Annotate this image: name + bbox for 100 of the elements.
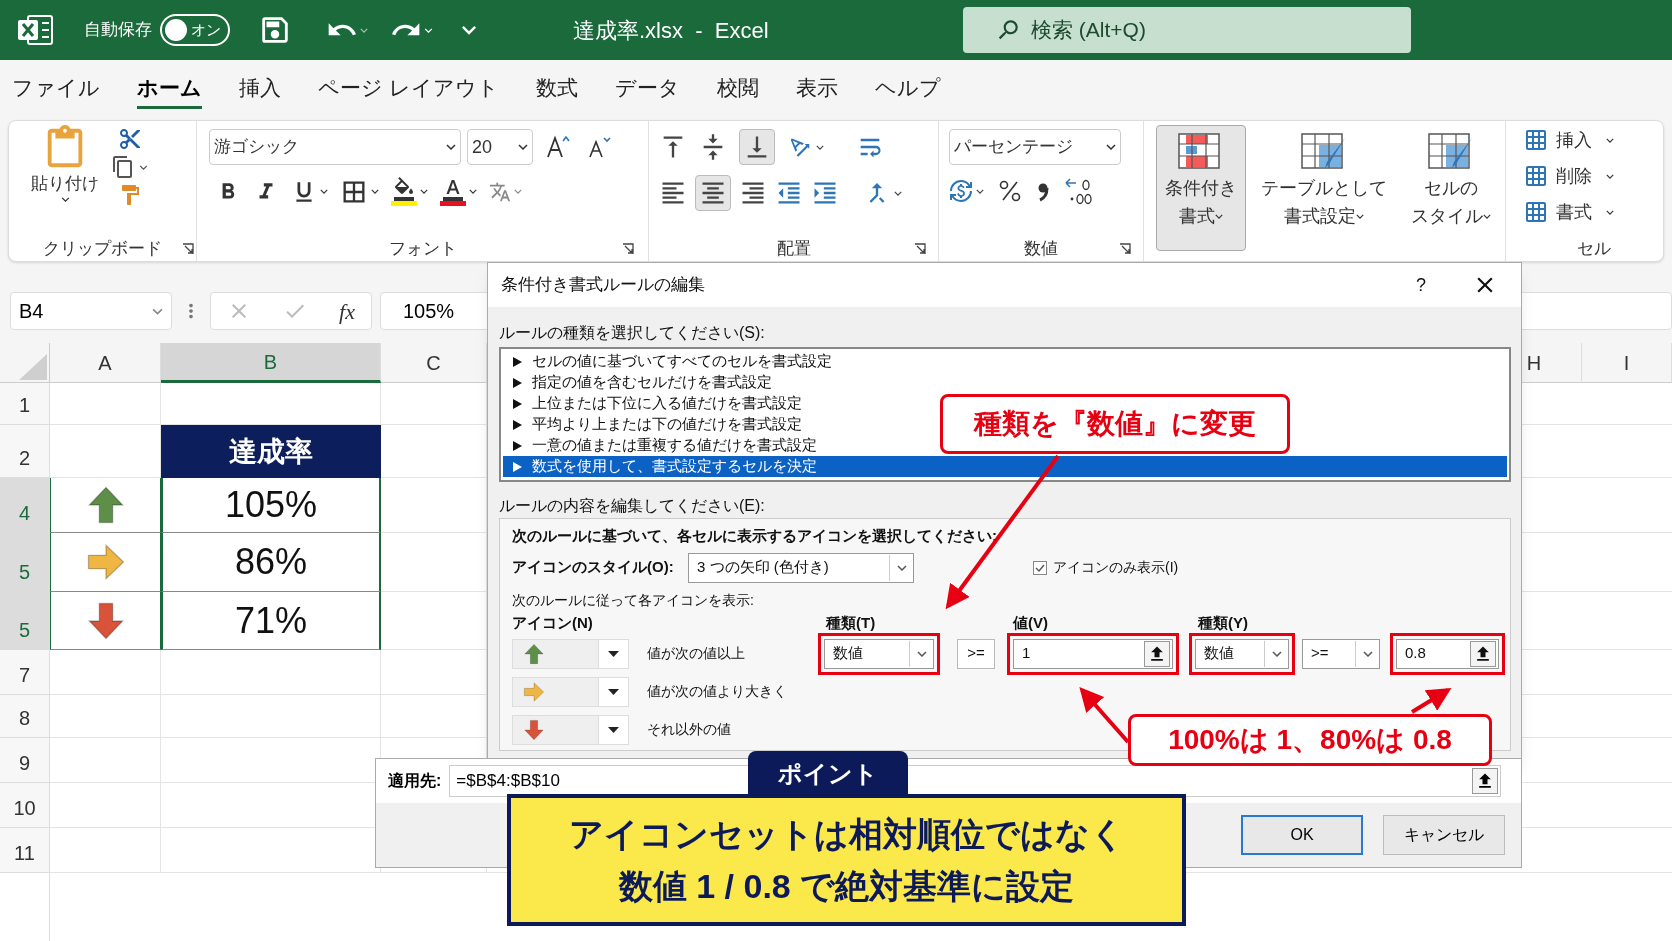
dialog-launcher-icon[interactable] bbox=[914, 243, 926, 255]
caret-icon bbox=[60, 196, 70, 202]
icon-dropdown[interactable] bbox=[512, 714, 629, 745]
menu-tab[interactable]: 数式 bbox=[535, 69, 578, 109]
phonetic-icon[interactable] bbox=[489, 180, 511, 203]
decrease-font-icon[interactable] bbox=[587, 135, 611, 159]
type-dropdown[interactable]: 数値 bbox=[1195, 638, 1289, 669]
column-header[interactable]: I bbox=[1582, 343, 1672, 383]
point-note: アイコンセットは相対順位ではなく 数値 1 / 0.8 で絶対基準に設定 bbox=[507, 794, 1186, 926]
menu-tab[interactable]: ページ レイアウト bbox=[318, 69, 499, 109]
callout: 100%は 1、80%は 0.8 bbox=[1128, 714, 1492, 766]
caret-icon bbox=[139, 164, 148, 170]
currency-icon[interactable] bbox=[949, 179, 973, 203]
dialog-button[interactable]: OK bbox=[1241, 815, 1363, 855]
styles-button[interactable]: セルの スタイル bbox=[1402, 125, 1500, 251]
caret-icon bbox=[446, 144, 456, 150]
cells-command[interactable]: 削除 bbox=[1524, 161, 1663, 191]
value-field[interactable]: 0.8 bbox=[1396, 638, 1499, 669]
icon-only-checkbox[interactable]: アイコンのみ表示(I) bbox=[1033, 557, 1179, 578]
caret-icon bbox=[1362, 650, 1373, 657]
row-header[interactable]: 10 bbox=[0, 783, 50, 828]
insert-function-button[interactable]: fx bbox=[339, 294, 355, 328]
dialog-launcher-icon[interactable] bbox=[622, 243, 634, 255]
menu-tab[interactable]: 表示 bbox=[795, 69, 838, 109]
caret-icon bbox=[1606, 173, 1614, 179]
column-header[interactable]: B bbox=[161, 343, 381, 383]
callout-arrow bbox=[1079, 687, 1130, 744]
caret-icon bbox=[152, 307, 163, 315]
row-header[interactable]: 4 bbox=[0, 478, 50, 533]
percent-icon[interactable] bbox=[998, 179, 1022, 203]
icon-dropdown[interactable] bbox=[512, 638, 629, 669]
row-header[interactable]: 5 bbox=[0, 533, 50, 592]
menu-tab[interactable]: 校閲 bbox=[716, 69, 759, 109]
dropdown-arrow-icon bbox=[608, 726, 619, 733]
number-format-dropdown[interactable]: パーセンテージ bbox=[949, 129, 1121, 165]
dialog-launcher-icon[interactable] bbox=[1119, 243, 1131, 255]
font-size-dropdown[interactable]: 20 bbox=[467, 129, 533, 165]
font-color-icon[interactable] bbox=[440, 177, 466, 206]
rule-type-item[interactable]: 数式を使用して、書式設定するセルを決定 bbox=[503, 456, 1507, 477]
applies-to-label: 適用先: bbox=[388, 771, 442, 791]
column-header[interactable]: C bbox=[381, 343, 487, 383]
help-button[interactable]: ? bbox=[1406, 271, 1436, 299]
value-field[interactable]: 1 bbox=[1013, 638, 1173, 669]
row-header[interactable]: 1 bbox=[0, 383, 50, 425]
align-center-icon[interactable] bbox=[695, 175, 731, 211]
menu-tab[interactable]: ホーム bbox=[137, 69, 202, 109]
group-label: 数値 bbox=[1024, 238, 1058, 260]
icon-style-dropdown[interactable]: 3 つの矢印 (色付き) bbox=[688, 552, 914, 583]
styles-button[interactable]: テーブルとして 書式設定 bbox=[1252, 125, 1396, 251]
row-header[interactable]: 9 bbox=[0, 738, 50, 783]
autosave-toggle[interactable]: オン bbox=[160, 14, 230, 46]
autosave-label: 自動保存 bbox=[84, 19, 152, 42]
collapse-dialog-button[interactable] bbox=[1144, 640, 1170, 667]
section-label: ルールの内容を編集してください(E): bbox=[499, 496, 766, 516]
row-header[interactable]: 5 bbox=[0, 592, 50, 650]
caret-icon bbox=[1106, 144, 1116, 150]
dropdown-arrow-icon bbox=[608, 688, 619, 695]
caret-icon bbox=[360, 27, 368, 33]
rule-type-item[interactable]: セルの値に基づいてすべてのセルを書式設定 bbox=[503, 351, 840, 372]
rule-type-item[interactable]: 平均より上または下の値だけを書式設定 bbox=[503, 414, 810, 435]
font-name-dropdown[interactable]: 游ゴシック bbox=[209, 129, 461, 165]
rule-type-item[interactable]: 指定の値を含むセルだけを書式設定 bbox=[503, 372, 780, 393]
row-header[interactable]: 11 bbox=[0, 828, 50, 873]
operator-dropdown[interactable]: >= bbox=[1302, 638, 1380, 669]
column-label: 種類(T) bbox=[826, 613, 877, 633]
dialog-launcher-icon[interactable] bbox=[182, 243, 194, 255]
paste-button[interactable]: 貼り付け bbox=[31, 125, 99, 237]
dialog-button[interactable]: キャンセル bbox=[1383, 815, 1505, 855]
row-header[interactable]: 2 bbox=[0, 425, 50, 478]
caret-icon bbox=[1606, 137, 1614, 143]
app-logo-icon bbox=[16, 13, 54, 47]
bullet-icon bbox=[513, 398, 522, 409]
rule-type-item[interactable]: 一意の値または重複する値だけを書式設定 bbox=[503, 435, 825, 456]
column-header[interactable]: A bbox=[50, 343, 161, 383]
menu-tab[interactable]: ファイル bbox=[12, 69, 100, 109]
fill-color-icon[interactable] bbox=[391, 177, 417, 206]
caret-icon bbox=[469, 189, 477, 194]
group-label: 配置 bbox=[776, 238, 811, 260]
rule-type-item[interactable]: 上位または下位に入る値だけを書式設定 bbox=[503, 393, 810, 414]
collapse-dialog-button[interactable] bbox=[1472, 768, 1498, 794]
menu-tab[interactable]: ヘルプ bbox=[874, 69, 941, 109]
copy-icon[interactable] bbox=[111, 155, 135, 179]
menu-tab[interactable]: データ bbox=[614, 69, 680, 109]
name-box[interactable]: B4 bbox=[10, 292, 172, 330]
type-dropdown[interactable]: 数値 bbox=[824, 638, 934, 669]
condition-label: 値が次の値以上 bbox=[647, 644, 746, 663]
row-header[interactable]: 7 bbox=[0, 650, 50, 695]
search-field[interactable]: 検索 (Alt+Q) bbox=[963, 7, 1411, 53]
table-cell: 71% bbox=[161, 592, 381, 650]
align-bottom-icon[interactable] bbox=[739, 129, 775, 165]
caret-icon bbox=[1356, 213, 1364, 219]
group-label: フォント bbox=[388, 238, 457, 260]
cells-command[interactable]: 書式 bbox=[1524, 197, 1663, 227]
menu-tab[interactable]: 挿入 bbox=[239, 69, 281, 109]
styles-button[interactable]: 条件付き 書式 bbox=[1156, 125, 1246, 251]
increase-decimal-icon[interactable] bbox=[1064, 177, 1094, 205]
cells-command[interactable]: 挿入 bbox=[1524, 125, 1663, 155]
increase-font-icon[interactable] bbox=[545, 134, 571, 160]
row-header[interactable]: 8 bbox=[0, 695, 50, 738]
collapse-dialog-button[interactable] bbox=[1470, 640, 1496, 667]
